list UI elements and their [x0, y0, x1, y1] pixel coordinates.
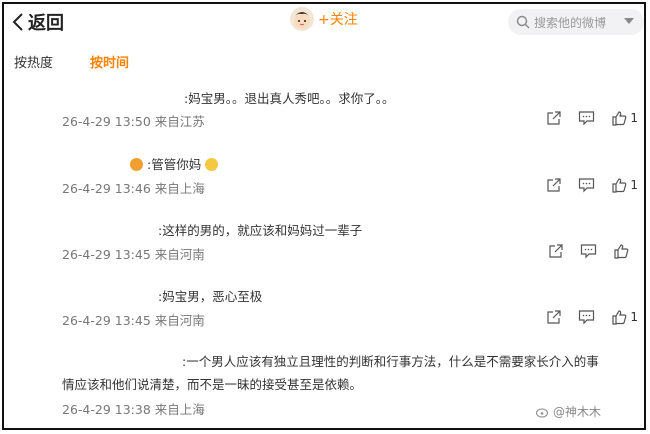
share-button[interactable]	[546, 110, 562, 126]
comment-icon	[579, 178, 595, 193]
search-placeholder: 搜索他的微博	[534, 15, 607, 30]
watermark-text: @神木木	[553, 405, 602, 419]
search-box[interactable]: 搜索他的微博	[508, 9, 644, 35]
comment-button[interactable]	[578, 309, 595, 325]
avatar[interactable]	[290, 7, 314, 31]
thumbs-up-icon	[614, 244, 629, 259]
comment-actions: 1	[530, 309, 638, 325]
share-button[interactable]	[546, 309, 562, 325]
comment-icon	[580, 244, 597, 259]
comment-text-line1: :一个男人应该有独立且理性的判断和行事方法，什么是不需要家长介入的事	[182, 354, 599, 369]
like-button[interactable]: 1	[611, 177, 638, 193]
weibo-logo-icon	[536, 407, 549, 418]
comment-meta: 26-4-29 13:50 来自江苏	[62, 114, 205, 129]
sort-by-time-tab[interactable]: 按时间	[90, 52, 129, 71]
weibo-comments-page: 返回 +关注 搜索他的微博 按热度 按时间:妈宝男。。退出真人秀吧。。求你了。…	[2, 2, 646, 430]
comment-meta: 26-4-29 13:45 来自河南	[62, 247, 205, 262]
thumbs-up-icon	[612, 111, 627, 126]
comment-text-wrap: :管管你妈	[130, 154, 219, 173]
share-icon	[547, 310, 561, 324]
follow-label: +关注	[318, 12, 358, 28]
comment-icon	[579, 310, 595, 325]
comment-icon	[579, 111, 595, 126]
sort-bar: 按热度 按时间	[4, 50, 644, 74]
top-bar: 返回 +关注 搜索他的微博	[4, 4, 644, 40]
comment-text: :这样的男的，就应该和妈妈过一辈子	[158, 223, 363, 238]
like-button[interactable]: 1	[611, 110, 638, 126]
comment-button[interactable]	[578, 110, 595, 126]
search-icon	[516, 15, 530, 29]
comment-text: :管管你妈	[146, 157, 202, 172]
comment-meta: 26-4-29 13:46 来自上海	[62, 181, 205, 196]
comment-text: :妈宝男，恶心至极	[158, 289, 263, 304]
sort-by-hot-tab[interactable]: 按热度	[14, 52, 53, 71]
caret-down-icon[interactable]	[624, 18, 634, 25]
emoji-icon	[205, 158, 219, 171]
share-button[interactable]	[546, 177, 562, 193]
crown-badge-icon	[130, 158, 143, 171]
comment-actions: 1	[530, 177, 638, 193]
chevron-left-icon	[12, 13, 23, 31]
comment-button[interactable]	[578, 177, 595, 193]
like-count: 1	[630, 111, 638, 125]
like-button[interactable]	[613, 243, 629, 259]
back-button[interactable]: 返回	[12, 9, 64, 35]
back-label: 返回	[28, 13, 64, 34]
share-icon	[547, 111, 561, 125]
comment-meta: 26-4-29 13:45 来自河南	[62, 313, 205, 328]
comment-button[interactable]	[580, 243, 597, 259]
comment-text: :妈宝男。。退出真人秀吧。。求你了。。	[184, 91, 395, 106]
like-button[interactable]: 1	[611, 309, 638, 325]
comment-actions	[532, 243, 638, 259]
user-header: +关注	[290, 7, 358, 31]
thumbs-up-icon	[612, 178, 627, 193]
follow-button[interactable]: +关注	[318, 9, 358, 29]
watermark: @神木木	[536, 403, 601, 420]
share-icon	[549, 244, 563, 258]
thumbs-up-icon	[612, 310, 627, 325]
like-count: 1	[630, 178, 638, 192]
comment-text-line2: 情应该和他们说清楚，而不是一昧的接受甚至是依赖。	[62, 377, 363, 392]
share-icon	[547, 178, 561, 192]
avatar-illustration	[294, 12, 310, 29]
like-count: 1	[630, 310, 638, 324]
comment-actions: 1	[530, 110, 638, 126]
share-button[interactable]	[548, 243, 564, 259]
comment-meta: 26-4-29 13:38 来自上海	[62, 402, 205, 417]
